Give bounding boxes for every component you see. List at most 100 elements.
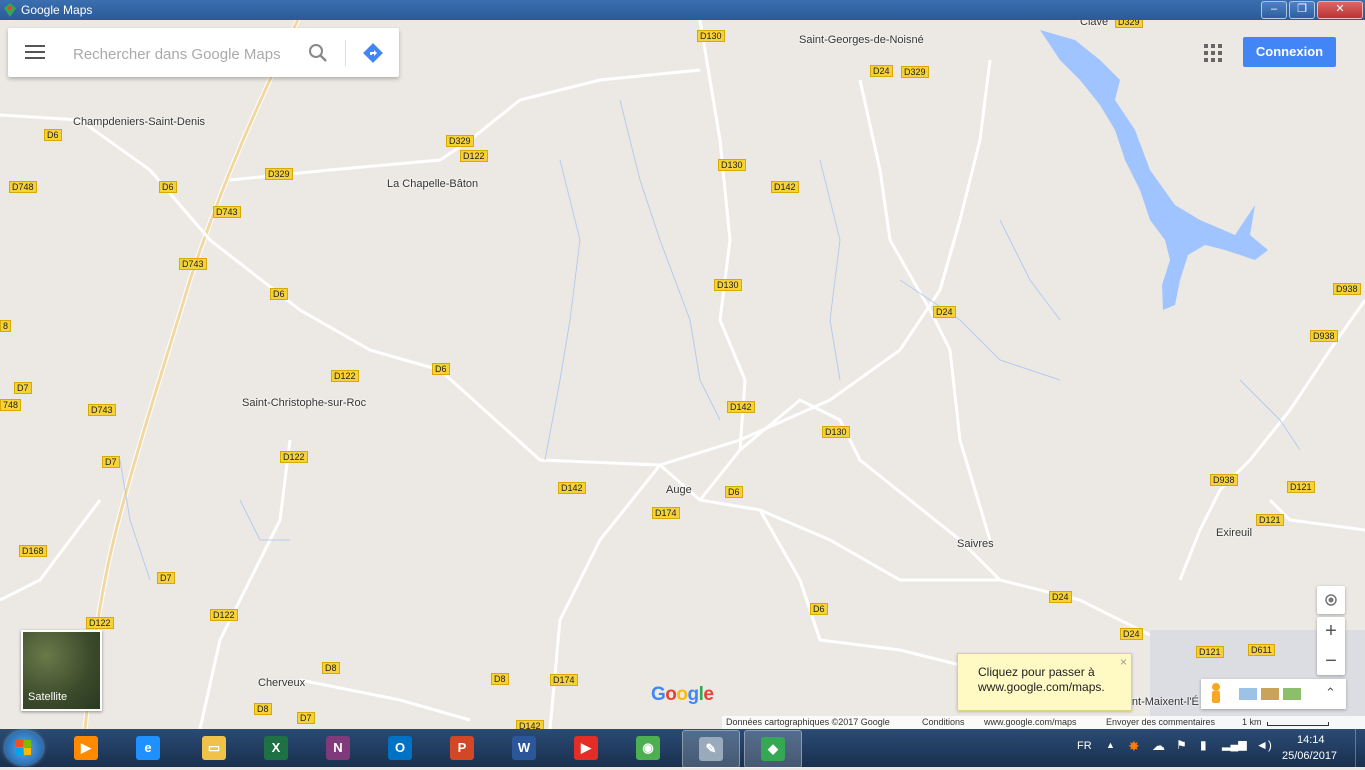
signin-button[interactable]: Connexion [1243, 37, 1336, 67]
word-icon: W [512, 736, 536, 760]
place-saint-christophe-sur-roc: Saint-Christophe-sur-Roc [242, 397, 367, 409]
taskbar-media-player-button[interactable]: ▶ [58, 730, 114, 766]
zoom-out-button[interactable]: − [1317, 647, 1345, 675]
road-shield: D121 [1256, 514, 1284, 526]
taskbar-excel-button[interactable]: X [248, 730, 304, 766]
internet-explorer-icon: e [136, 736, 160, 760]
taskbar-google-maps-button[interactable]: ◆ [744, 730, 802, 768]
place-exireuil: Exireuil [1216, 527, 1253, 539]
taskbar-internet-explorer-button[interactable]: e [120, 730, 176, 766]
satellite-toggle[interactable]: Satellite [21, 630, 102, 711]
minimize-button[interactable]: – [1261, 1, 1287, 19]
taskbar-file-explorer-button[interactable]: ▭ [186, 730, 242, 766]
media-player-icon: ▶ [74, 736, 98, 760]
place-la-chapelle-baton: La Chapelle-Bâton [387, 178, 479, 190]
road-shield: D174 [550, 674, 578, 686]
road-shield: D121 [1196, 646, 1224, 658]
my-location-button[interactable] [1317, 586, 1345, 614]
place-saint-georges-de-noisne: Saint-Georges-de-Noisné [799, 34, 924, 46]
road-shield: D8 [254, 703, 272, 715]
road-shield: D24 [933, 306, 956, 318]
road-shield: D6 [44, 129, 62, 141]
map-canvas[interactable]: Champdeniers-Saint-Denis La Chapelle-Bât… [0, 20, 1365, 729]
taskbar-word-button[interactable]: W [496, 730, 552, 766]
outlook-icon: O [388, 736, 412, 760]
notepad-icon: ✎ [699, 737, 723, 761]
tray-chevron-icon[interactable]: ▲ [1106, 740, 1115, 750]
onenote-icon: N [326, 736, 350, 760]
maximize-button[interactable]: ❐ [1289, 1, 1315, 19]
road-shield: D24 [870, 65, 893, 77]
taskbar-notepad-button[interactable]: ✎ [682, 730, 740, 768]
road-shield: D130 [697, 30, 725, 42]
road-shield: D122 [86, 617, 114, 629]
road-shield: D743 [88, 404, 116, 416]
taskbar-chrome-button[interactable]: ◉ [620, 730, 676, 766]
road-shield: D122 [210, 609, 238, 621]
volume-icon[interactable]: ◄) [1256, 738, 1272, 752]
window-title: Google Maps [21, 3, 93, 17]
road-shield: D130 [714, 279, 742, 291]
road-shield: D938 [1310, 330, 1338, 342]
powerpoint-icon: P [450, 736, 474, 760]
action-center-flag-icon[interactable]: ⚑ [1176, 738, 1187, 752]
road-shield: D938 [1333, 283, 1361, 295]
road-shield: D142 [727, 401, 755, 413]
road-shield: D329 [446, 135, 474, 147]
clock-date[interactable]: 25/06/2017 [1282, 750, 1337, 762]
onedrive-icon[interactable]: ☁ [1152, 738, 1165, 754]
apps-grid-icon[interactable] [1204, 44, 1222, 62]
road-shield: D7 [297, 712, 315, 724]
window-titlebar: Google Maps – ❐ ✕ [0, 0, 1365, 20]
taskbar-youtube-button[interactable]: ▶ [558, 730, 614, 766]
road-shield: D142 [771, 181, 799, 193]
toast-close-icon[interactable]: × [1120, 655, 1127, 669]
road-shield: 748 [0, 399, 22, 411]
road-shield: D7 [102, 456, 120, 468]
scale-label: 1 km [1242, 717, 1262, 727]
google-logo: Google [651, 684, 714, 705]
close-button[interactable]: ✕ [1317, 1, 1363, 19]
taskbar-powerpoint-button[interactable]: P [434, 730, 490, 766]
road-shield: D938 [1210, 474, 1238, 486]
battery-icon[interactable]: ▮ [1200, 738, 1207, 752]
road-shield: D329 [1115, 20, 1143, 28]
google-maps-icon: ◆ [761, 737, 785, 761]
windows-start-button[interactable] [5, 731, 43, 765]
directions-icon[interactable] [362, 42, 384, 64]
search-input[interactable] [71, 42, 295, 66]
taskbar-onenote-button[interactable]: N [310, 730, 366, 766]
place-saivres: Saivres [957, 538, 994, 550]
search-box [8, 28, 399, 77]
network-icon[interactable]: ▂▄▆ [1222, 738, 1247, 751]
menu-icon[interactable] [25, 45, 45, 61]
road-shield: D7 [157, 572, 175, 584]
road-shield: D6 [432, 363, 450, 375]
road-shield: D8 [491, 673, 509, 685]
satellite-label: Satellite [28, 691, 68, 703]
road-shield: D6 [159, 181, 177, 193]
conditions-link[interactable]: Conditions [922, 717, 965, 727]
chrome-icon: ◉ [636, 736, 660, 760]
search-icon[interactable] [308, 43, 328, 63]
place-clave: Clavé [1080, 20, 1109, 28]
road-shield: D6 [270, 288, 288, 300]
show-desktop-button[interactable] [1355, 729, 1365, 767]
clock-time[interactable]: 14:14 [1297, 734, 1325, 746]
tray-app-icon[interactable]: ✸ [1128, 738, 1140, 755]
feedback-link[interactable]: Envoyer des commentaires [1106, 717, 1215, 727]
scale-bar [1267, 722, 1329, 726]
language-indicator[interactable]: FR [1077, 740, 1092, 752]
expand-icon[interactable]: ⌃ [1325, 685, 1336, 701]
zoom-in-button[interactable]: + [1317, 617, 1345, 645]
switch-to-new-maps-toast[interactable]: Cliquez pour passer à www.google.com/map… [957, 653, 1132, 711]
road-shield: D142 [516, 720, 544, 729]
zoom-control: + − [1317, 617, 1345, 675]
toast-text: Cliquez pour passer à www.google.com/map… [978, 665, 1105, 694]
road-shield: D329 [265, 168, 293, 180]
road-shield: D130 [718, 159, 746, 171]
youtube-icon: ▶ [574, 736, 598, 760]
taskbar-outlook-button[interactable]: O [372, 730, 428, 766]
road-shield: D122 [460, 150, 488, 162]
site-link[interactable]: www.google.com/maps [984, 717, 1077, 727]
